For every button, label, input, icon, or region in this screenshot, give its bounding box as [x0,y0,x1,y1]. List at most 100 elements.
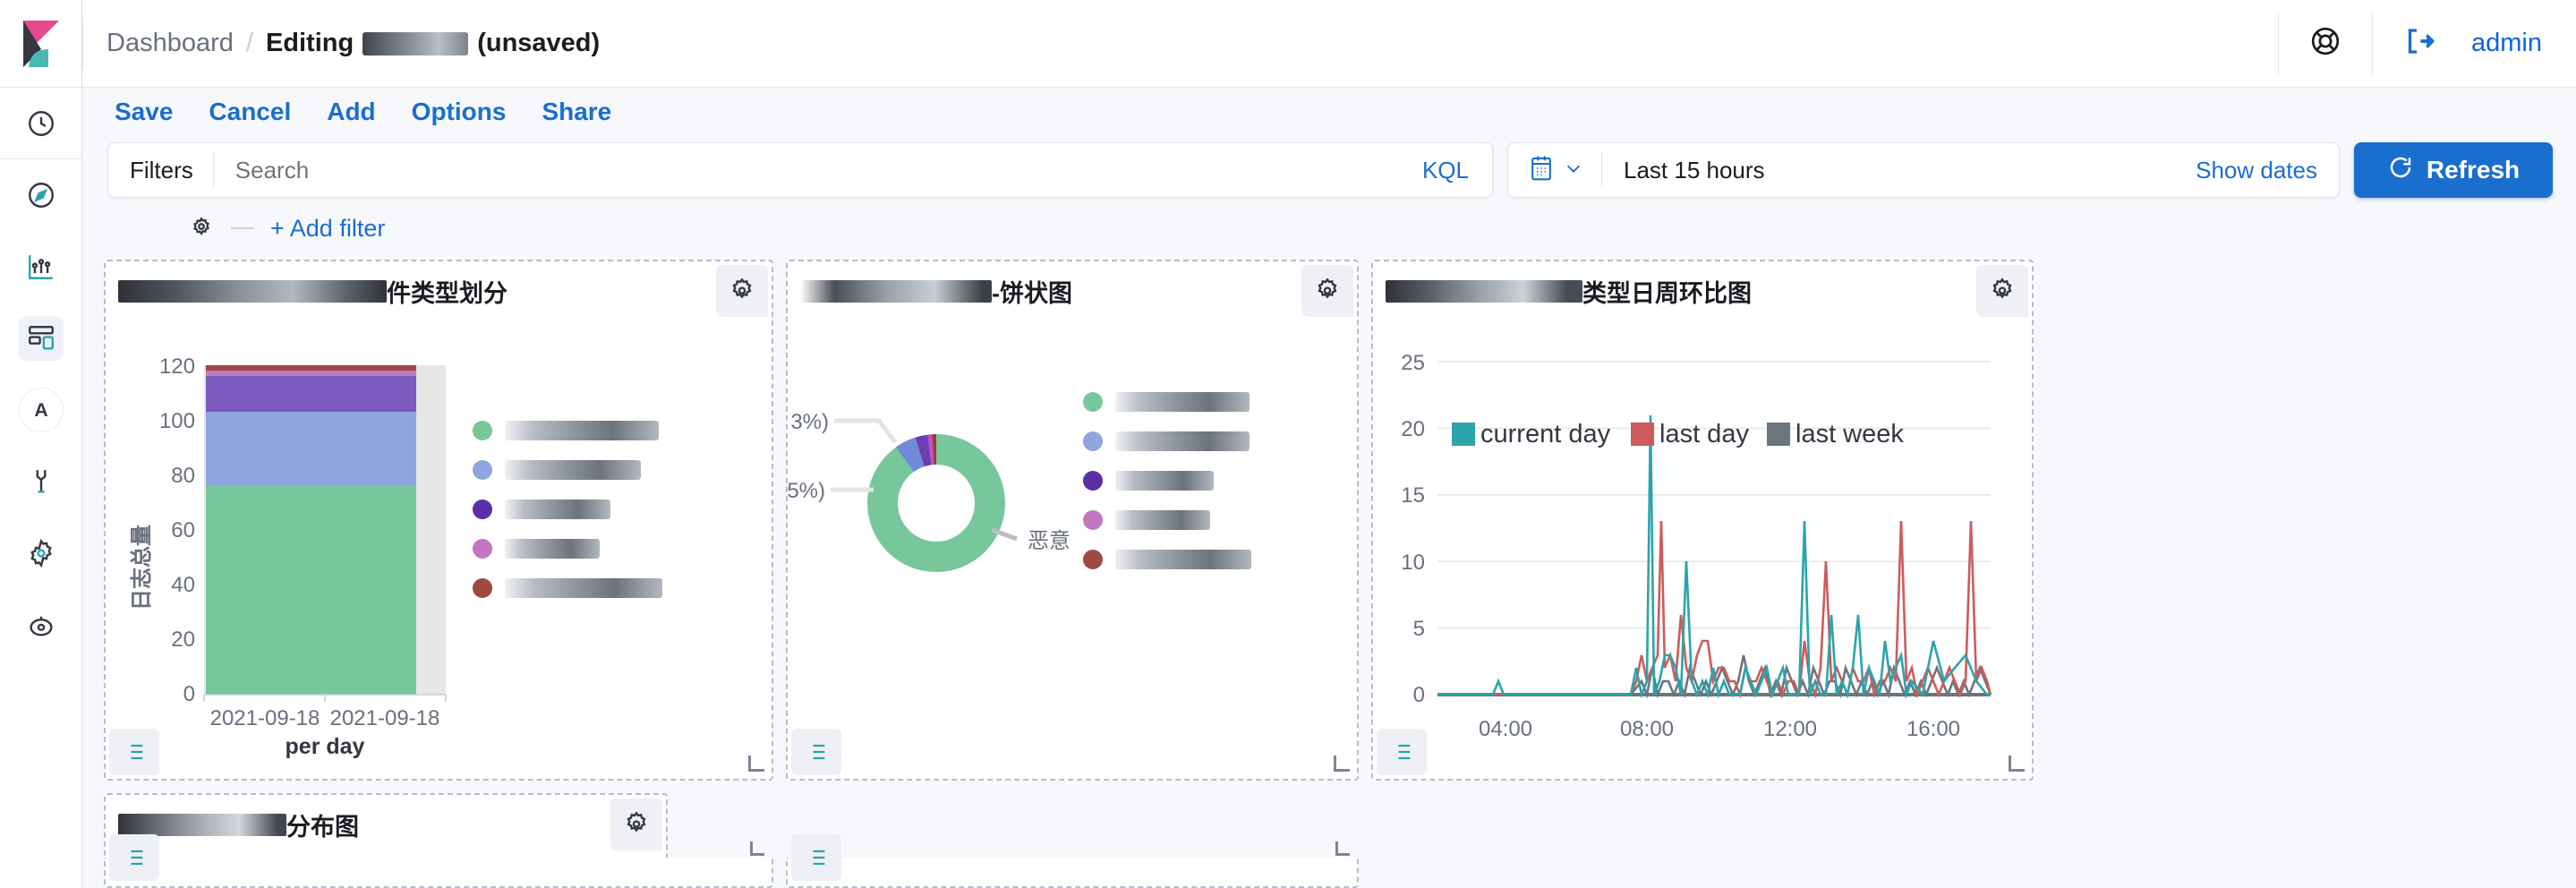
sidebar-item-security[interactable] [0,589,82,661]
line-chart-legend: current day last day last week [1452,420,1904,448]
panel-row2-2[interactable] [786,834,1359,888]
panel-resize-handle[interactable] [2009,756,2025,772]
filters-label: Filters [130,156,193,184]
show-dates-button[interactable]: Show dates [2196,157,2339,184]
chart-legend [473,421,662,598]
svg-text:10: 10 [1401,551,1425,575]
svg-text:20: 20 [171,628,195,652]
add-filter-button[interactable]: + Add filter [270,215,385,243]
svg-text:60: 60 [171,518,195,542]
logout-icon [2403,25,2435,62]
panel-grid-next-row [82,834,2576,888]
sidebar-item-discover[interactable] [0,159,82,231]
panel-inspect-button[interactable] [109,834,159,881]
legend-item[interactable] [1083,550,1251,569]
legend-item[interactable] [1083,392,1251,412]
date-picker[interactable]: Last 15 hours Show dates [1507,142,2340,198]
panel-title: 分布图 [118,807,603,842]
panel-options-button[interactable] [1976,265,2028,317]
legend-item[interactable] [473,500,662,519]
save-button[interactable]: Save [115,98,173,126]
search-input[interactable] [213,156,1399,184]
panel-options-button[interactable] [716,265,768,317]
legend-item[interactable] [1083,471,1251,491]
refresh-button[interactable]: Refresh [2354,142,2553,198]
logout-button[interactable] [2373,0,2466,88]
legend-item[interactable] [473,421,662,440]
legend-label-redacted [505,421,659,440]
svg-text:04:00: 04:00 [1479,717,1532,741]
panel-donut-pie[interactable]: -饼状图 3%) 5%) 恶意 [786,260,1359,781]
panel-inspect-button[interactable] [791,834,841,881]
breadcrumb-dashboard[interactable]: Dashboard [107,29,234,58]
svg-text:3%): 3%) [790,410,829,434]
legend-item[interactable] [1083,510,1251,530]
panel-inspect-button[interactable] [791,729,841,775]
sidebar-item-recent[interactable] [0,88,82,159]
legend-color-dot [1083,392,1103,412]
sidebar-item-dashboard[interactable] [0,303,82,374]
svg-text:current day: current day [1480,420,1611,448]
kibana-logo[interactable] [0,19,82,69]
legend-label-redacted [505,500,610,519]
legend-item[interactable] [473,460,662,480]
panel-row2-1[interactable] [104,834,773,888]
sidebar-item-visualize[interactable] [0,231,82,303]
svg-text:5%): 5%) [788,479,825,503]
panel-inspect-button[interactable] [109,729,159,775]
gear-icon[interactable] [188,213,215,244]
sidebar-item-dev-tools[interactable] [0,446,82,517]
panel-options-button[interactable] [610,798,662,850]
sidebar-item-management[interactable] [0,517,82,589]
legend-label-redacted [1115,392,1250,412]
panel-title-redacted [1386,280,1582,303]
cancel-button[interactable]: Cancel [209,98,291,126]
time-range-value[interactable]: Last 15 hours [1602,157,2196,184]
options-button[interactable]: Options [412,98,507,126]
panel-resize-handle[interactable] [1334,756,1350,772]
svg-text:25: 25 [1401,351,1425,375]
share-button[interactable]: Share [542,98,611,126]
svg-text:日志总量: 日志总量 [129,525,154,610]
legend-item[interactable] [473,539,662,559]
panel-title-suffix: 件类型划分 [387,280,508,307]
add-button[interactable]: Add [327,98,375,126]
calendar-quick-menu[interactable] [1508,154,1601,187]
legend-item[interactable] [473,578,662,598]
help-button[interactable] [2279,0,2372,88]
panel-options-button[interactable] [1301,265,1353,317]
legend-label-redacted [505,460,641,480]
panel-stacked-bar[interactable]: 件类型划分 120 100 80 60 40 20 0 日志总量 2021-09… [104,260,773,781]
search-bar[interactable]: Filters KQL [107,142,1493,198]
panel-resize-handle[interactable] [748,756,764,772]
user-menu-admin[interactable]: admin [2466,29,2576,58]
legend-label-redacted [1115,550,1251,569]
chevron-down-icon [1564,158,1583,183]
panel-line-chart[interactable]: 类型日周环比图 25 20 15 10 5 0 04:00 08:00 12:0… [1371,260,2034,781]
donut-chart: 3%) 5%) 恶意 [788,410,1070,572]
letter-a-icon: A [18,388,64,432]
svg-text:08:00: 08:00 [1620,717,1674,741]
svg-text:5: 5 [1413,617,1425,641]
panel-resize-handle[interactable] [750,841,764,856]
legend-color-dot [473,460,492,480]
legend-color-dot [473,500,492,519]
svg-text:last day: last day [1659,420,1749,448]
panel-inspect-button[interactable] [1377,729,1427,775]
filter-dash [231,227,254,229]
panel-adware-donut[interactable]: 分布图 0%) Adware/QingJiePDF.a [104,793,668,858]
sidebar-item-canvas[interactable]: A [0,374,82,446]
panel-title-redacted [118,280,387,303]
svg-text:2021-09-18: 2021-09-18 [330,706,440,730]
kql-toggle[interactable]: KQL [1399,157,1492,184]
svg-text:恶意: 恶意 [1028,529,1070,553]
panel-title-redacted [800,280,992,303]
panel-resize-handle[interactable] [1335,841,1350,856]
legend-color-dot [473,578,492,598]
panel-grid: 件类型划分 120 100 80 60 40 20 0 日志总量 2021-09… [82,252,2576,858]
panel-title-suffix: 分布图 [286,814,359,841]
legend-label-redacted [505,539,600,559]
breadcrumb-unsaved-label: (unsaved) [477,29,601,57]
legend-item[interactable] [1083,431,1251,451]
filter-row: + Add filter [82,204,2576,252]
